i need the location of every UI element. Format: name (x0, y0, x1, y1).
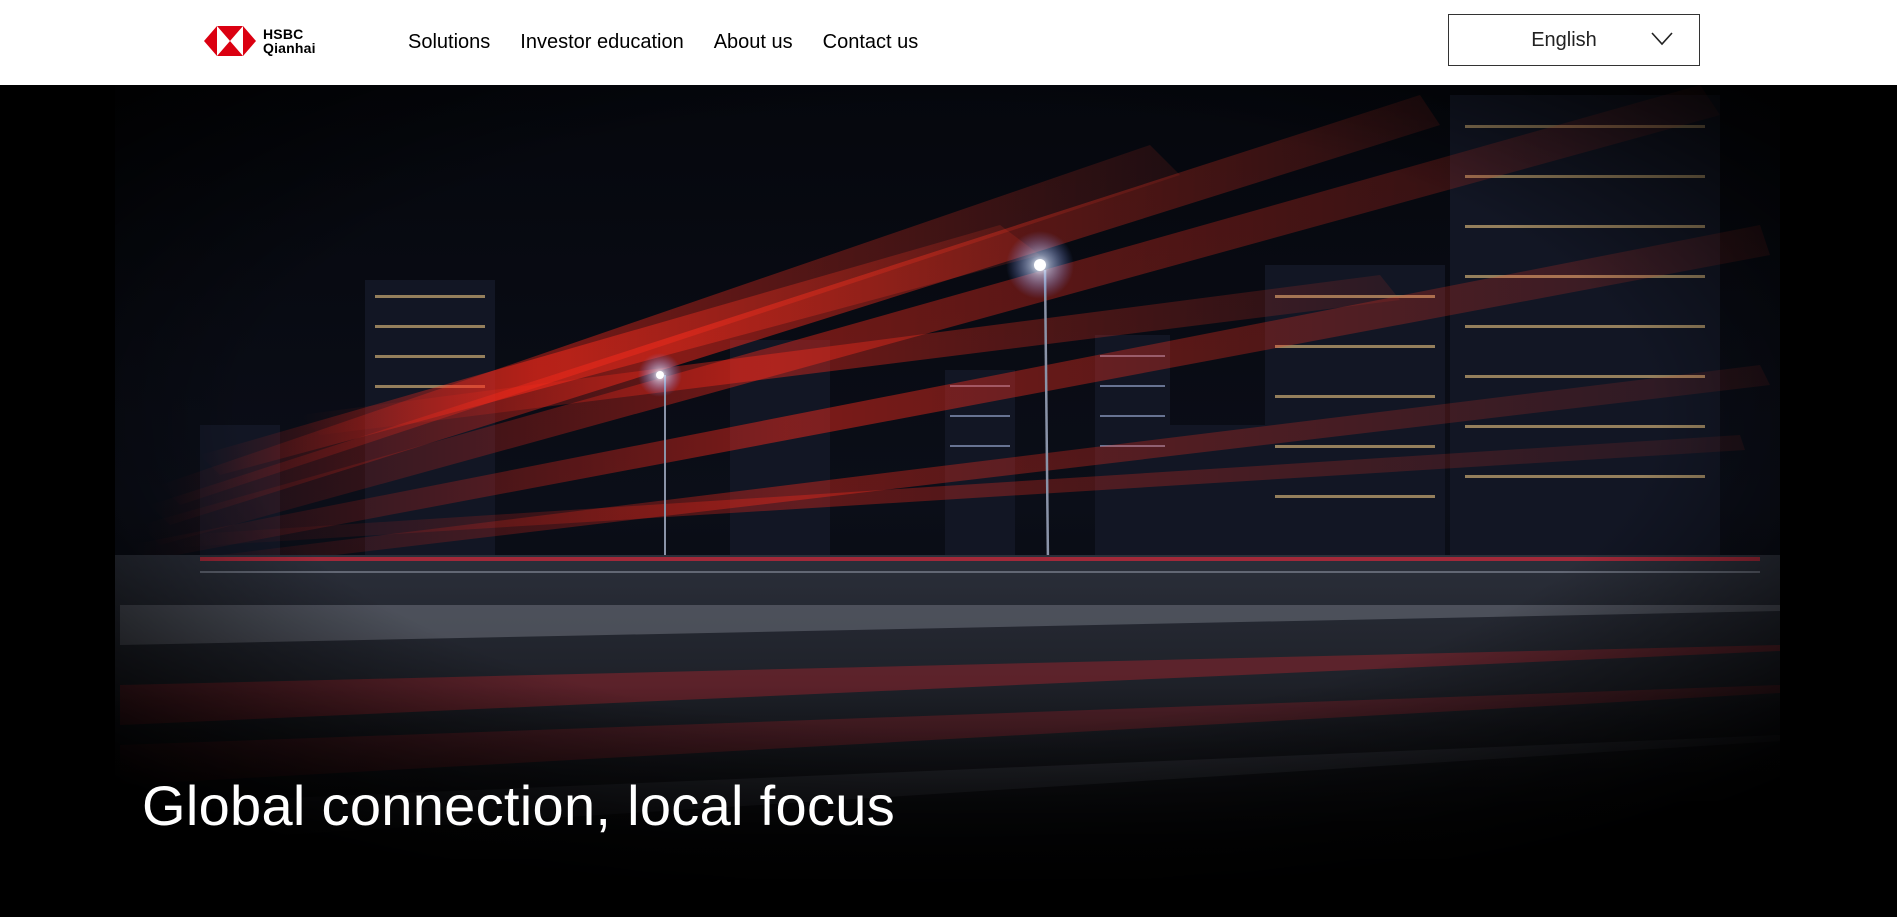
logo-wordmark: HSBC Qianhai (263, 27, 316, 55)
language-select[interactable]: English (1448, 14, 1700, 66)
nav-contact-us[interactable]: Contact us (823, 31, 919, 54)
nav-investor-education[interactable]: Investor education (520, 31, 683, 54)
hero-banner: Global connection, local focus (0, 85, 1897, 917)
hsbc-hexagon-icon (204, 26, 256, 56)
hsbc-qianhai-logo[interactable]: HSBC Qianhai (204, 24, 316, 58)
logo-line-qianhai: Qianhai (263, 40, 316, 56)
nav-solutions[interactable]: Solutions (408, 31, 490, 54)
site-header: HSBC Qianhai Solutions Investor educatio… (0, 0, 1897, 85)
chevron-down-icon (1651, 32, 1673, 46)
logo-line-hsbc: HSBC (263, 26, 304, 42)
nav-about-us[interactable]: About us (714, 31, 793, 54)
hero-title: Global connection, local focus (142, 774, 895, 837)
main-nav: Solutions Investor education About us Co… (408, 0, 948, 85)
language-select-value: English (1531, 28, 1597, 51)
